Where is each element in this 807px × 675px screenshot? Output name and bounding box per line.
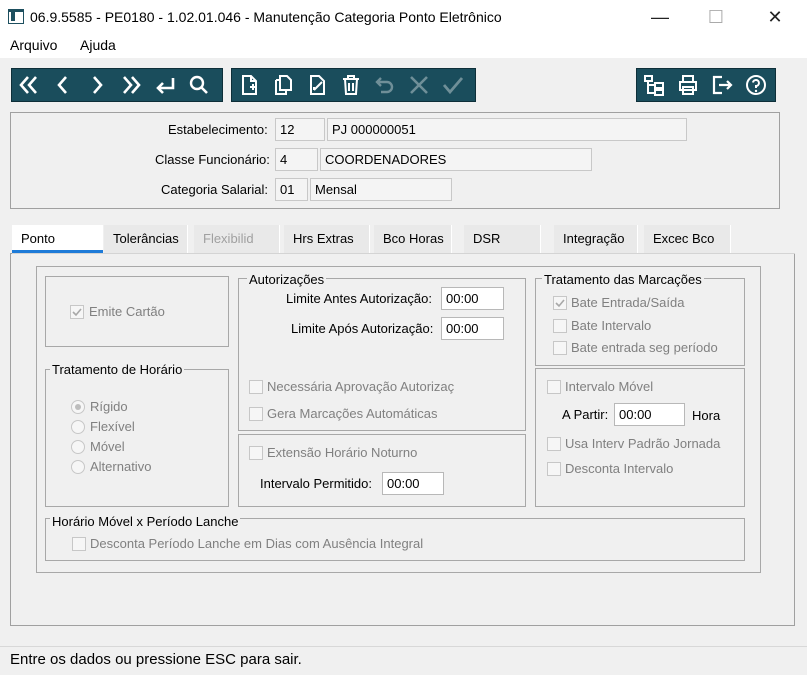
categoria-label: Categoria Salarial: [161,182,268,197]
last-icon[interactable] [114,69,148,101]
cancel-icon[interactable] [402,69,436,101]
tab-integracao[interactable]: Integração [554,225,638,253]
bate-entrada-saida-label: Bate Entrada/Saída [571,295,685,310]
menu-ajuda[interactable]: Ajuda [80,37,116,53]
help-icon[interactable] [739,69,773,101]
first-icon[interactable] [12,69,46,101]
misc-toolbar [636,68,776,102]
classe-name: COORDENADORES [320,148,592,171]
bate-entrada-seg-checkbox[interactable] [553,341,567,355]
desconta-intervalo-checkbox[interactable] [547,462,561,476]
new-icon[interactable] [232,69,266,101]
tab-bco-horas[interactable]: Bco Horas [374,225,452,253]
radio-flexivel[interactable] [71,420,85,434]
tratamento-horario-title: Tratamento de Horário [50,362,185,377]
intervalo-permitido-label: Intervalo Permitido: [260,476,372,491]
tab-hrs-extras[interactable]: Hrs Extras [284,225,370,253]
alternativo-label: Alternativo [90,459,152,474]
window-title: 06.9.5585 - PE0180 - 1.02.01.046 - Manut… [30,9,502,25]
prev-icon[interactable] [46,69,80,101]
undo-icon[interactable] [368,69,402,101]
radio-rigido[interactable] [71,400,85,414]
tratamento-horario-box [45,369,229,507]
status-bar: Entre os dados ou pressione ESC para sai… [0,646,807,675]
active-tab-indicator [12,250,103,253]
radio-alternativo[interactable] [71,460,85,474]
tree-icon[interactable] [637,69,671,101]
emite-cartao-checkbox[interactable] [70,305,84,319]
estabelecimento-code: 12 [275,118,325,141]
intervalo-permitido-input[interactable]: 00:00 [382,472,444,495]
next-icon[interactable] [80,69,114,101]
classe-code: 4 [275,148,318,171]
tab-divider [12,253,795,254]
edit-toolbar [231,68,476,102]
limite-apos-label: Limite Após Autorização: [291,321,434,336]
bate-entrada-seg-label: Bate entrada seg período [571,340,718,355]
close-button[interactable]: ✕ [752,0,798,34]
desconta-intervalo-label: Desconta Intervalo [565,461,674,476]
rigido-label: Rígido [90,399,128,414]
movel-label: Móvel [90,439,125,454]
goto-icon[interactable] [148,69,182,101]
necessaria-aprovacao-label: Necessária Aprovação Autorizaç [267,379,455,394]
confirm-icon[interactable] [436,69,470,101]
delete-icon[interactable] [334,69,368,101]
nav-toolbar [11,68,223,102]
gera-marcacoes-checkbox[interactable] [249,407,263,421]
print-icon[interactable] [671,69,705,101]
gera-marcacoes-label: Gera Marcações Automáticas [267,406,438,421]
tab-flexibilid[interactable]: Flexibilid [194,225,280,253]
desconta-lanche-label: Desconta Período Lanche em Dias com Ausê… [90,536,424,551]
app-icon [8,9,24,24]
limite-apos-input[interactable]: 00:00 [441,317,504,340]
tratamento-marcacoes-title: Tratamento das Marcações [542,272,704,287]
copy-icon[interactable] [266,69,300,101]
desconta-lanche-checkbox[interactable] [72,537,86,551]
tab-tolerancias[interactable]: Tolerâncias [104,225,188,253]
bate-entrada-saida-checkbox[interactable] [553,296,567,310]
tab-dsr[interactable]: DSR [464,225,541,253]
lanche-title: Horário Móvel x Período Lanche [50,514,241,529]
estabelecimento-label: Estabelecimento: [168,122,268,137]
usa-interv-padrao-label: Usa Interv Padrão Jornada [565,436,721,451]
bate-intervalo-label: Bate Intervalo [571,318,652,333]
search-icon[interactable] [182,69,216,101]
emite-cartao-label: Emite Cartão [89,304,165,319]
flexivel-label: Flexível [90,419,135,434]
tab-excec-bco[interactable]: Excec Bco [644,225,731,253]
limite-antes-input[interactable]: 00:00 [441,287,504,310]
title-bar: 06.9.5585 - PE0180 - 1.02.01.046 - Manut… [0,0,807,34]
a-partir-label: A Partir: [562,407,609,422]
extensao-noturno-checkbox[interactable] [249,446,263,460]
menu-arquivo[interactable]: Arquivo [10,37,57,53]
a-partir-input[interactable]: 00:00 [614,403,685,426]
usa-interv-padrao-checkbox[interactable] [547,437,561,451]
categoria-name: Mensal [310,178,452,201]
autorizacoes-title: Autorizações [247,272,327,287]
estabelecimento-name: PJ 000000051 [327,118,687,141]
intervalo-movel-checkbox[interactable] [547,380,561,394]
limite-antes-label: Limite Antes Autorização: [286,291,432,306]
modify-icon[interactable] [300,69,334,101]
extensao-noturno-label: Extensão Horário Noturno [267,445,418,460]
radio-movel[interactable] [71,440,85,454]
categoria-code: 01 [275,178,308,201]
maximize-button[interactable]: ☐ [693,0,739,34]
necessaria-aprovacao-checkbox[interactable] [249,380,263,394]
exit-icon[interactable] [705,69,739,101]
tab-ponto[interactable]: Ponto [12,225,103,253]
bate-intervalo-checkbox[interactable] [553,319,567,333]
classe-label: Classe Funcionário: [155,152,270,167]
hora-label: Hora [692,408,721,423]
minimize-button[interactable]: — [637,0,683,34]
intervalo-movel-label: Intervalo Móvel [565,379,654,394]
menu-bar: Arquivo Ajuda [0,34,807,58]
